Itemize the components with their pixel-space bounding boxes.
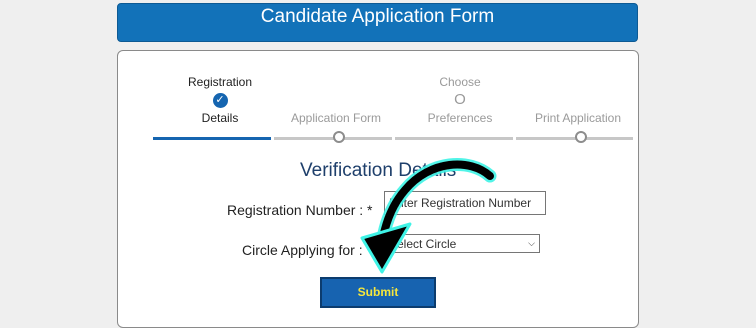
chevron-down-icon: ⌵ [528, 238, 535, 248]
circle-select-value: Select Circle [389, 236, 457, 251]
submit-button[interactable]: Submit [320, 277, 436, 308]
step-label: Print Application [534, 111, 622, 125]
progress-bar-step-1 [153, 137, 271, 140]
form-header: Candidate Application Form [117, 3, 638, 42]
check-icon: ✓ [212, 92, 228, 108]
step-label: Application Form [290, 111, 382, 125]
step-application-form[interactable]: Application Form [282, 110, 390, 126]
form-header-title: Candidate Application Form [260, 6, 495, 27]
verification-title: Verification Details [300, 160, 457, 181]
step-label-line2: Details [201, 111, 239, 125]
circle-applying-label: Circle Applying for : * [242, 242, 372, 258]
circle-select[interactable]: Select Circle ⌵ [384, 234, 540, 253]
step-label-line1: Choose [439, 75, 481, 89]
progress-bar-step-3 [395, 137, 513, 140]
step-dot-icon [575, 131, 587, 143]
registration-number-placeholder: Enter Registration Number [389, 196, 532, 210]
registration-number-label: Registration Number : * [227, 202, 373, 218]
step-registration-details[interactable]: Registration ✓ Details [180, 74, 260, 126]
step-label-line2: Preferences [427, 111, 493, 125]
step-label-line1: Registration [187, 75, 253, 89]
step-dot-icon [333, 131, 345, 143]
step-print-application[interactable]: Print Application [525, 110, 631, 126]
pending-circle-icon: O [454, 91, 466, 108]
registration-number-input[interactable]: Enter Registration Number [384, 191, 546, 215]
step-choose-preferences[interactable]: Choose O Preferences [410, 74, 510, 126]
